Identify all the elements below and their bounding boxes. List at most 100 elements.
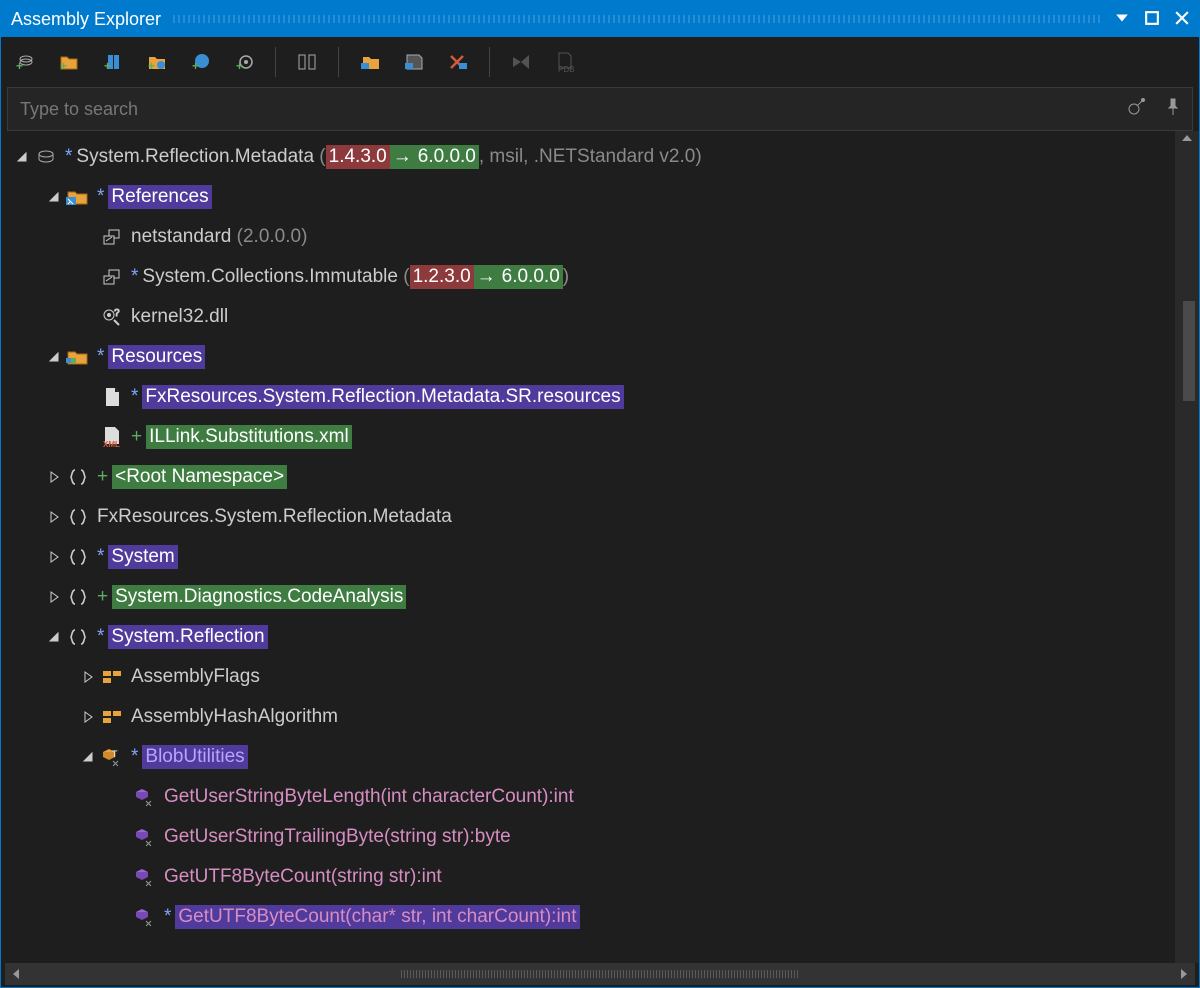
scroll-track[interactable] xyxy=(401,970,799,978)
expand-toggle[interactable] xyxy=(45,348,63,366)
resource-item[interactable]: * FxResources.System.Reflection.Metadata… xyxy=(7,377,1197,417)
vs-icon[interactable] xyxy=(508,49,534,75)
reference-item[interactable]: ? kernel32.dll xyxy=(7,297,1197,337)
changed-marker: * xyxy=(97,546,104,568)
reference-item[interactable]: netstandard (2.0.0.0) xyxy=(7,217,1197,257)
toolbar: + + + + + + PDB xyxy=(1,37,1199,87)
changed-marker: * xyxy=(97,626,104,648)
reference-icon xyxy=(99,266,125,288)
scroll-left-icon[interactable] xyxy=(11,968,21,980)
toolbar-separator xyxy=(275,47,276,77)
toolbar-separator xyxy=(338,47,339,77)
svg-text:?: ? xyxy=(114,308,120,319)
expand-toggle[interactable] xyxy=(79,748,97,766)
expand-toggle[interactable] xyxy=(45,188,63,206)
file-icon xyxy=(99,386,125,408)
method-icon xyxy=(132,786,158,808)
method-node[interactable]: GetUserStringTrailingByte(string str):by… xyxy=(7,817,1197,857)
type-name: BlobUtilities xyxy=(142,745,247,769)
svg-text:+: + xyxy=(60,59,67,71)
dropdown-icon[interactable] xyxy=(1115,9,1129,30)
version-old: 1.4.3.0 xyxy=(326,145,390,169)
maximize-icon[interactable] xyxy=(1145,9,1159,30)
method-node[interactable]: * GetUTF8ByteCount(char* str, int charCo… xyxy=(7,897,1197,937)
namespace-name: System.Diagnostics.CodeAnalysis xyxy=(112,585,406,609)
expand-toggle[interactable] xyxy=(79,668,97,686)
type-node[interactable]: AssemblyHashAlgorithm xyxy=(7,697,1197,737)
type-node[interactable]: AssemblyFlags xyxy=(7,657,1197,697)
tree[interactable]: * System.Reflection.Metadata ( 1.4.3.0 →… xyxy=(1,131,1199,943)
ref-name: netstandard xyxy=(131,226,231,248)
close-icon[interactable] xyxy=(1175,9,1189,30)
namespace-node[interactable]: * System xyxy=(7,537,1197,577)
method-signature: GetUTF8ByteCount(char* str, int charCoun… xyxy=(175,905,579,929)
reference-icon xyxy=(99,226,125,248)
expand-toggle[interactable] xyxy=(79,708,97,726)
ref-name: System.Collections.Immutable xyxy=(142,266,398,288)
svg-text:+: + xyxy=(192,59,199,71)
references-node[interactable]: * References xyxy=(7,177,1197,217)
tree-panel: * System.Reflection.Metadata ( 1.4.3.0 →… xyxy=(1,131,1199,963)
method-node[interactable]: GetUserStringByteLength(int characterCou… xyxy=(7,777,1197,817)
enum-icon xyxy=(99,666,125,688)
search-options-icon[interactable] xyxy=(1126,98,1148,121)
titlebar[interactable]: Assembly Explorer xyxy=(1,1,1199,37)
open-nuget-icon[interactable]: + xyxy=(143,49,169,75)
compare-icon[interactable] xyxy=(294,49,320,75)
horizontal-scrollbar[interactable] xyxy=(5,963,1195,985)
svg-text:+: + xyxy=(104,59,111,71)
expand-toggle[interactable] xyxy=(45,468,63,486)
reference-item[interactable]: * System.Collections.Immutable ( 1.2.3.0… xyxy=(7,257,1197,297)
open-packages-icon[interactable]: + xyxy=(99,49,125,75)
namespace-icon xyxy=(65,466,91,488)
namespace-icon xyxy=(65,546,91,568)
type-node[interactable]: T * BlobUtilities xyxy=(7,737,1197,777)
method-node[interactable]: GetUTF8ByteCount(string str):int xyxy=(7,857,1197,897)
pdb-icon[interactable]: PDB xyxy=(552,49,578,75)
namespace-node[interactable]: + <Root Namespace> xyxy=(7,457,1197,497)
class-icon: T xyxy=(99,746,125,768)
toolbar-separator xyxy=(489,47,490,77)
type-name: AssemblyFlags xyxy=(131,666,260,688)
remove-icon[interactable] xyxy=(445,49,471,75)
expand-toggle[interactable] xyxy=(45,508,63,526)
type-name: AssemblyHashAlgorithm xyxy=(131,706,338,728)
enum-icon xyxy=(99,706,125,728)
method-signature: GetUserStringByteLength(int characterCou… xyxy=(164,786,574,808)
pin-icon[interactable] xyxy=(1166,98,1180,121)
save-icon[interactable] xyxy=(401,49,427,75)
scroll-up-icon[interactable] xyxy=(1181,133,1193,143)
namespace-name: <Root Namespace> xyxy=(112,465,287,489)
method-signature: GetUserStringTrailingByte(string str):by… xyxy=(164,826,511,848)
namespace-icon xyxy=(65,506,91,528)
resources-label: Resources xyxy=(108,345,205,369)
window: Assembly Explorer + + + + + + PDB Type t… xyxy=(0,0,1200,988)
settings-icon[interactable]: + xyxy=(231,49,257,75)
vertical-scrollbar[interactable] xyxy=(1175,131,1199,963)
search-box[interactable]: Type to search xyxy=(7,87,1193,131)
expand-toggle[interactable] xyxy=(45,588,63,606)
scroll-thumb[interactable] xyxy=(1183,301,1195,401)
scroll-right-icon[interactable] xyxy=(1179,968,1189,980)
resources-node[interactable]: * Resources xyxy=(7,337,1197,377)
namespace-node[interactable]: * System.Reflection xyxy=(7,617,1197,657)
titlebar-grip[interactable] xyxy=(173,15,1103,23)
namespace-node[interactable]: + System.Diagnostics.CodeAnalysis xyxy=(7,577,1197,617)
svg-text:+: + xyxy=(236,59,243,71)
added-marker: + xyxy=(97,466,108,488)
resource-item[interactable]: XML + ILLink.Substitutions.xml xyxy=(7,417,1197,457)
version-arrow: → xyxy=(474,265,499,289)
window-title: Assembly Explorer xyxy=(11,9,161,30)
assembly-node[interactable]: * System.Reflection.Metadata ( 1.4.3.0 →… xyxy=(7,137,1197,177)
namespace-node[interactable]: FxResources.System.Reflection.Metadata xyxy=(7,497,1197,537)
method-signature: GetUTF8ByteCount(string str):int xyxy=(164,866,442,888)
expand-toggle[interactable] xyxy=(45,548,63,566)
add-assembly-icon[interactable]: + xyxy=(11,49,37,75)
changed-marker: * xyxy=(131,746,138,768)
expand-toggle[interactable] xyxy=(45,628,63,646)
open-url-icon[interactable]: + xyxy=(187,49,213,75)
svg-text:XML: XML xyxy=(103,440,120,448)
expand-toggle[interactable] xyxy=(13,148,31,166)
export-project-icon[interactable] xyxy=(357,49,383,75)
open-folder-icon[interactable]: + xyxy=(55,49,81,75)
